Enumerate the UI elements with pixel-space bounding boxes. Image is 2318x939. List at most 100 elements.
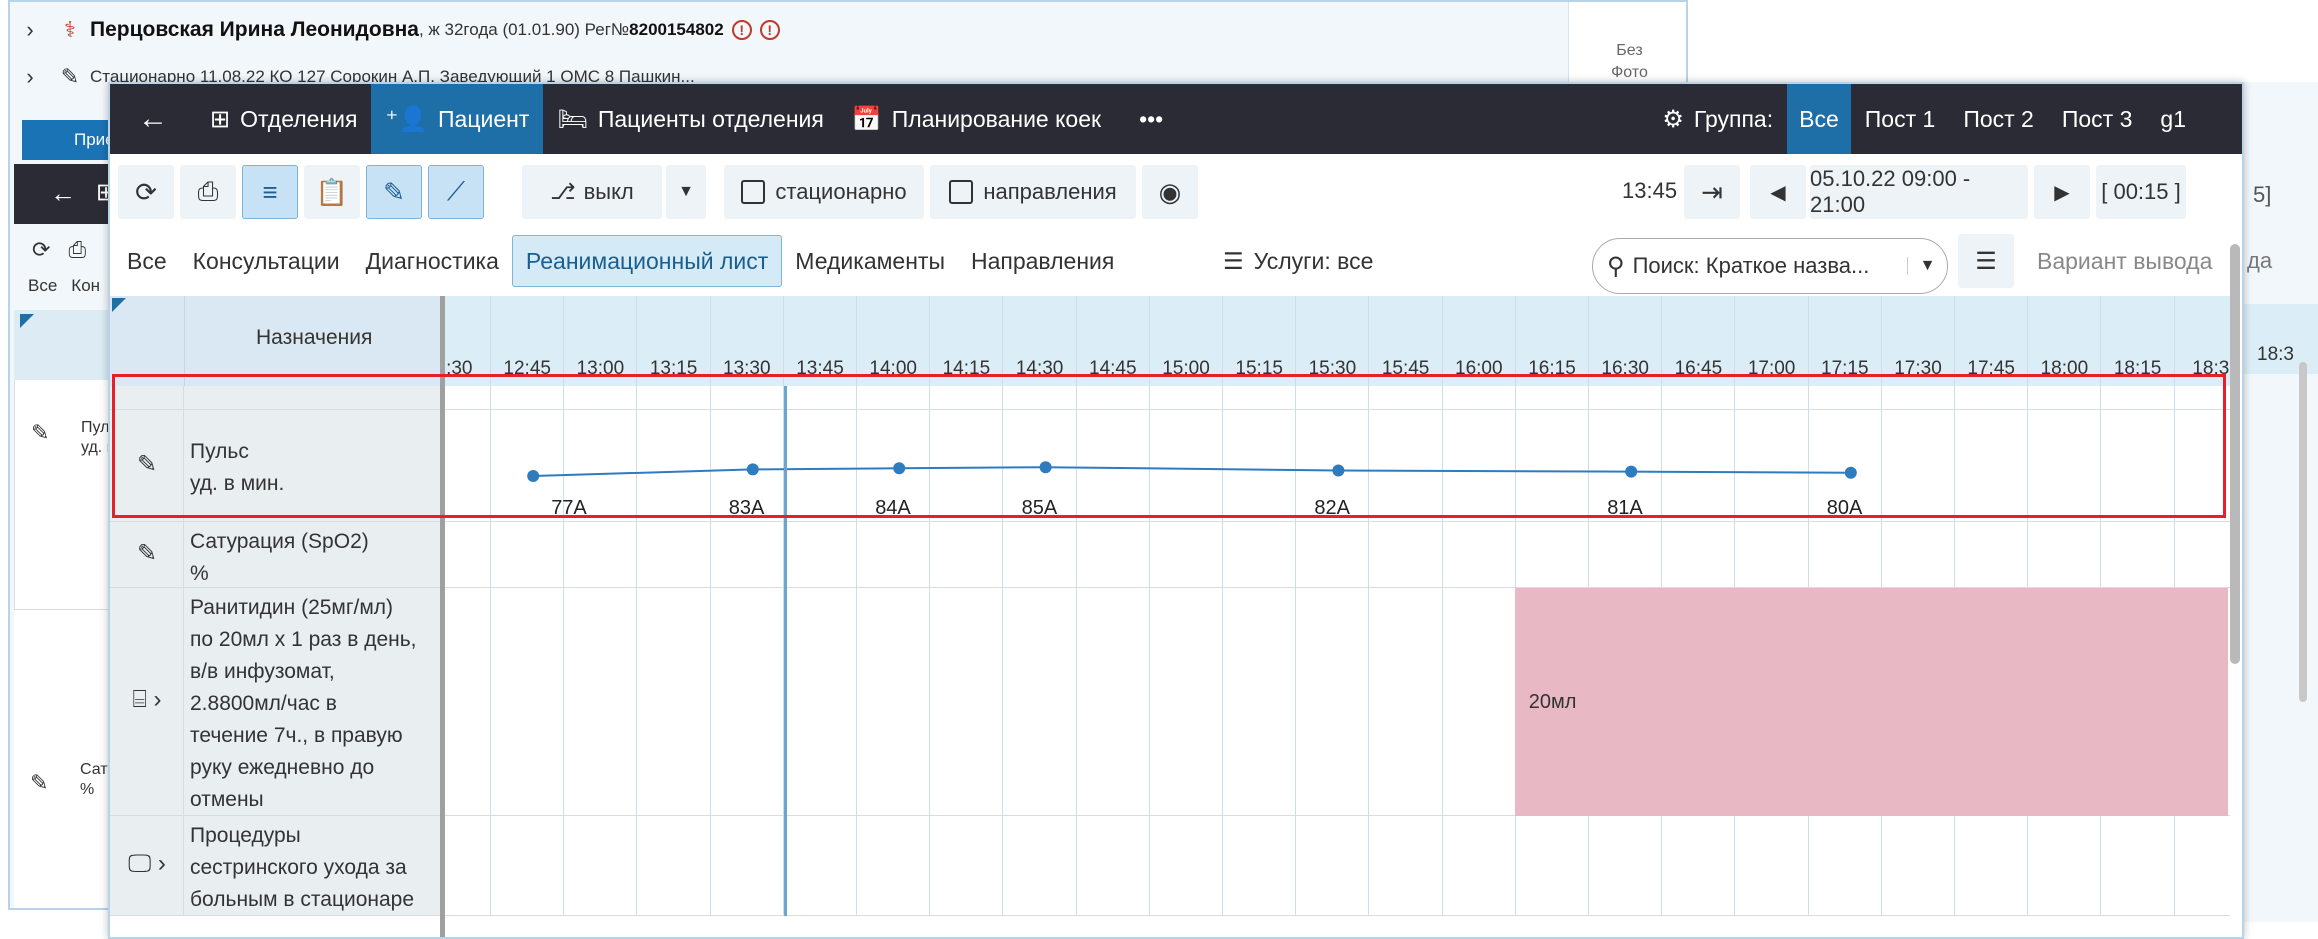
grid-divider — [1222, 816, 1223, 916]
grid-divider — [1148, 816, 1150, 916]
date-range[interactable]: 05.10.22 09:00 - 21:00 — [1810, 165, 2028, 219]
tabs-row: Все Консультации Диагностика Реанимацион… — [110, 230, 2242, 294]
infusion-icon[interactable]: ⌸ › — [110, 686, 184, 714]
tab-resuscitation-sheet[interactable]: Реанимационный лист — [511, 235, 783, 287]
nav-departments[interactable]: ⊞ Отделения — [196, 84, 371, 154]
pulse-value-label: 81А — [1607, 497, 1643, 519]
pulse-point[interactable] — [1332, 464, 1345, 477]
next-period-button[interactable]: ▶ — [2034, 165, 2090, 219]
more-menu[interactable]: ••• — [1115, 84, 1187, 154]
back-button[interactable]: ← — [110, 84, 196, 154]
grid-divider — [1295, 386, 1297, 410]
grid-divider — [490, 386, 491, 410]
caret-down-icon[interactable]: ▼ — [1907, 257, 1947, 275]
time-tick: 2:30 — [442, 358, 473, 379]
reg-number: 8200154802 — [629, 19, 724, 39]
pulse-point[interactable] — [746, 463, 759, 476]
grid-divider — [563, 522, 565, 588]
time-tick: 18:00 — [2040, 358, 2089, 379]
tab-consultations[interactable]: Консультации — [180, 235, 353, 287]
pulse-point[interactable] — [527, 470, 540, 482]
patient-row[interactable]: › ⚕ Перцовская Ирина Леонидовна , ж 32го… — [10, 2, 780, 57]
time-tick: 17:15 — [1821, 358, 1869, 379]
grid-divider — [1222, 386, 1223, 410]
vertical-scrollbar[interactable] — [2230, 244, 2240, 664]
edit-document-icon[interactable]: ✎ — [110, 539, 184, 568]
grid-divider — [2100, 816, 2102, 916]
topbar: ← ⊞ Отделения ⁺👤 Пациент 🛏 Пациенты отделен… — [110, 84, 2242, 154]
group-post3[interactable]: Пост 3 — [2048, 84, 2147, 154]
print-button[interactable]: ⎙ — [180, 165, 236, 219]
switch-dropdown[interactable]: ⎇ выкл — [522, 165, 662, 219]
chevron-right-icon[interactable]: › — [10, 17, 50, 43]
services-filter[interactable]: ☰ Услуги: все — [1210, 235, 1386, 287]
grid-divider — [1954, 816, 1955, 916]
switch-dropdown-arrow[interactable]: ▼ — [666, 165, 706, 219]
grid-divider — [490, 816, 491, 916]
bg-scrollbar[interactable] — [2299, 362, 2307, 702]
profile-button[interactable]: ◉ — [1142, 165, 1198, 219]
toolbar: ⟳ ⎙ ≡ 📋 ✎ ⟋ ⎇ выкл ▼ стационарно направле… — [110, 154, 2242, 230]
pulse-point[interactable] — [1625, 465, 1638, 478]
grid-divider — [709, 386, 711, 410]
grid-divider — [1295, 816, 1297, 916]
monitor-icon[interactable]: 🖵 › — [110, 850, 184, 878]
nav-patient[interactable]: ⁺👤 Пациент — [371, 84, 544, 154]
refresh-button[interactable]: ⟳ — [118, 165, 174, 219]
grid-divider — [1295, 522, 1297, 588]
row-label: Процедуры сестринского ухода за больным … — [184, 816, 442, 915]
services-filter-label: Услуги: все — [1253, 247, 1374, 274]
tab-all[interactable]: Все — [114, 235, 180, 287]
print-icon[interactable]: ⎙ — [68, 237, 86, 263]
bg-tab-all[interactable]: Все — [28, 276, 57, 310]
grid-divider — [1368, 386, 1370, 410]
medication-block[interactable]: 20мл — [1514, 588, 2228, 816]
time-tick: 14:30 — [1015, 358, 1064, 379]
nav-department-patients[interactable]: 🛏 Пациенты отделения — [543, 84, 837, 154]
search-input[interactable]: ⚲ Поиск: Краткое назва... ▼ — [1592, 238, 1948, 294]
warning-icon: ! — [731, 19, 752, 40]
group-post1[interactable]: Пост 1 — [1851, 84, 1950, 154]
grid-divider — [929, 386, 931, 410]
row-icon-cell: ✎ — [110, 522, 184, 587]
grid-divider — [636, 588, 638, 816]
referrals-checkbox[interactable]: направления — [930, 165, 1136, 219]
column-splitter[interactable] — [440, 296, 445, 937]
pulse-point[interactable] — [1039, 461, 1052, 474]
grid-divider — [1002, 816, 1004, 916]
grid-divider — [1222, 522, 1223, 588]
tab-diagnostics[interactable]: Диагностика — [353, 235, 512, 287]
interval-selector[interactable]: [ 00:15 ] — [2096, 165, 2186, 219]
pulse-point[interactable] — [1844, 466, 1857, 479]
grid-divider — [1661, 816, 1663, 916]
refresh-icon[interactable]: ⟳ — [32, 237, 50, 263]
chevron-right-icon[interactable]: › — [10, 64, 50, 90]
list-view-button[interactable]: ≡ — [242, 165, 298, 219]
time-tick: 13:15 — [649, 358, 698, 379]
go-to-now-button[interactable]: ⇥ — [1684, 165, 1740, 219]
edit-document-icon[interactable]: ✎ — [30, 770, 48, 796]
pulse-point[interactable] — [893, 462, 906, 475]
tab-referrals[interactable]: Направления — [958, 235, 1127, 287]
group-all[interactable]: Все — [1787, 84, 1851, 154]
clipboard-button[interactable]: 📋 — [304, 165, 360, 219]
output-variant[interactable]: Вариант вывода — [2024, 235, 2225, 287]
edit-document-icon[interactable]: ✎ — [110, 450, 184, 479]
grid-divider — [856, 522, 857, 588]
grid-divider — [1954, 522, 1955, 588]
nav-bed-planning[interactable]: 📅 Планирование коек — [838, 84, 1115, 154]
bg-tab-consult[interactable]: Кон — [71, 276, 100, 310]
group-post2[interactable]: Пост 2 — [1949, 84, 2048, 154]
filter-icon: ☰ — [1975, 247, 1997, 275]
edit-document-icon[interactable]: ✎ — [31, 420, 49, 446]
group-label: Группа: — [1693, 105, 1774, 132]
edit-doc-button[interactable]: ✎ — [366, 165, 422, 219]
arrow-left-icon[interactable]: ← — [50, 178, 76, 209]
chart-button[interactable]: ⟋ — [428, 165, 484, 219]
flow-icon: ⎇ — [550, 179, 576, 204]
filter-button[interactable]: ☰ — [1958, 234, 2014, 288]
stationary-checkbox[interactable]: стационарно — [724, 165, 924, 219]
prev-period-button[interactable]: ◀ — [1750, 165, 1806, 219]
group-g1[interactable]: g1 — [2146, 84, 2242, 154]
tab-medications[interactable]: Медикаменты — [782, 235, 958, 287]
